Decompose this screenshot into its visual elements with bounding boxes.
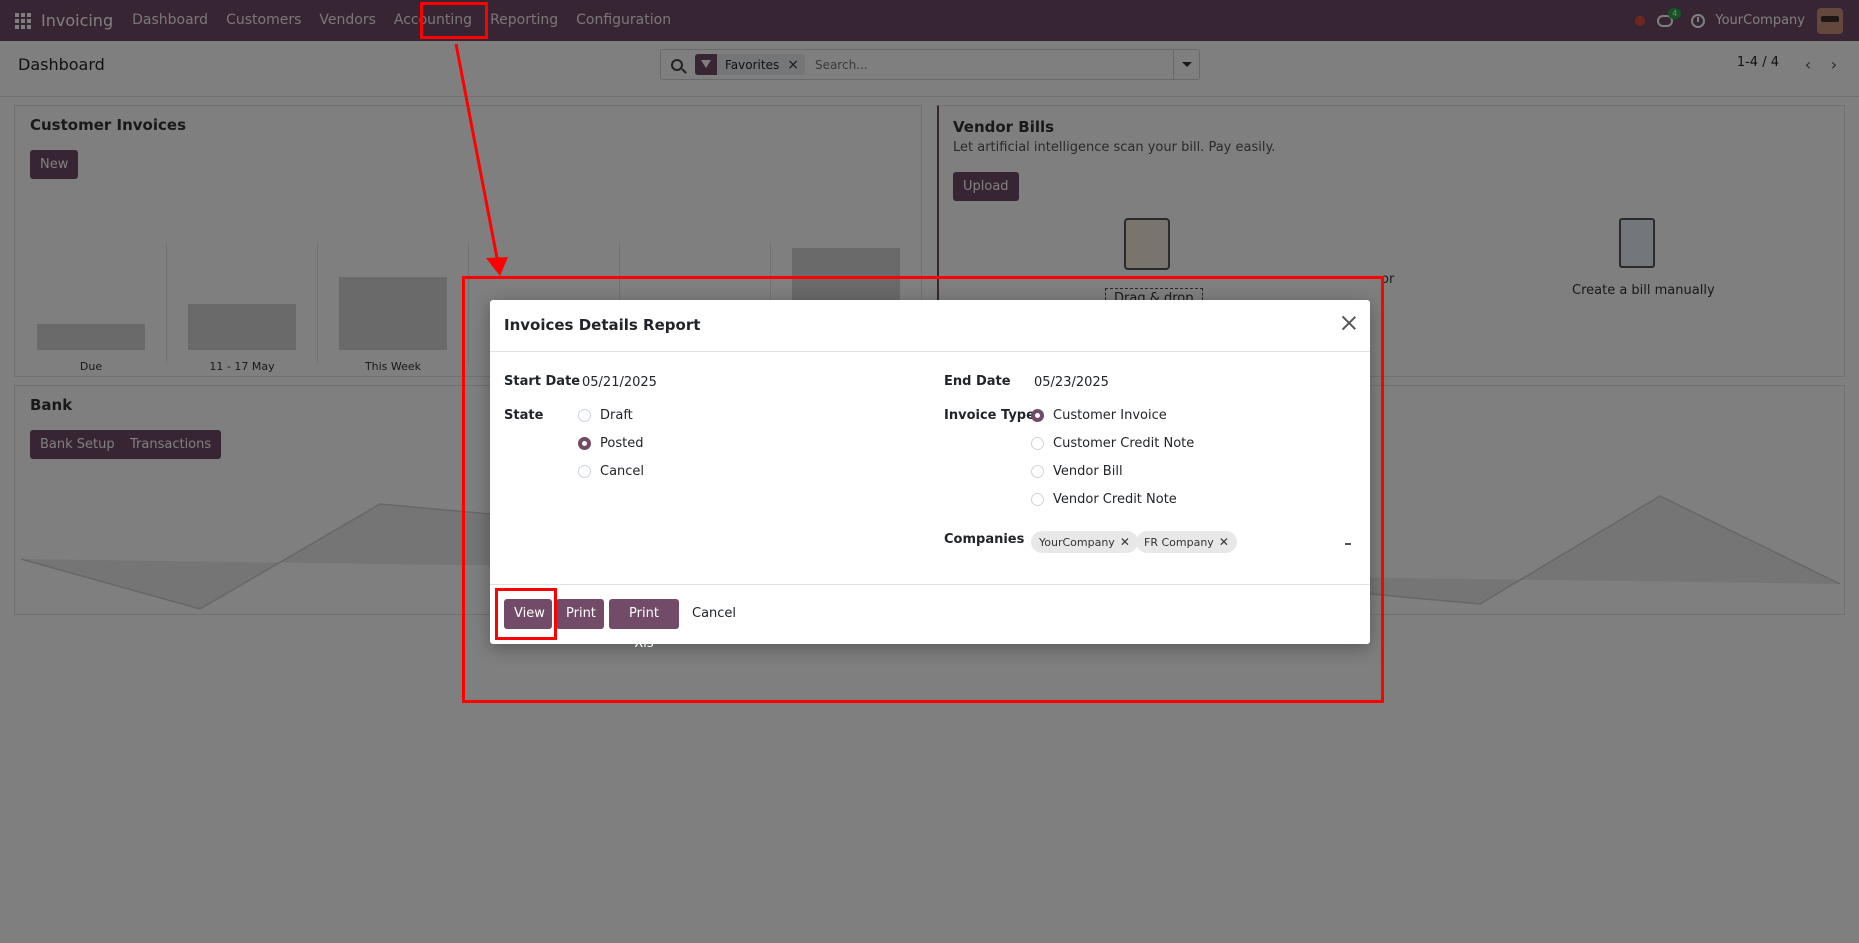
annotation-box-dialog: [462, 276, 1384, 703]
annotation-box-view-button: [495, 588, 557, 640]
annotation-box-reporting-menu: [420, 2, 488, 39]
